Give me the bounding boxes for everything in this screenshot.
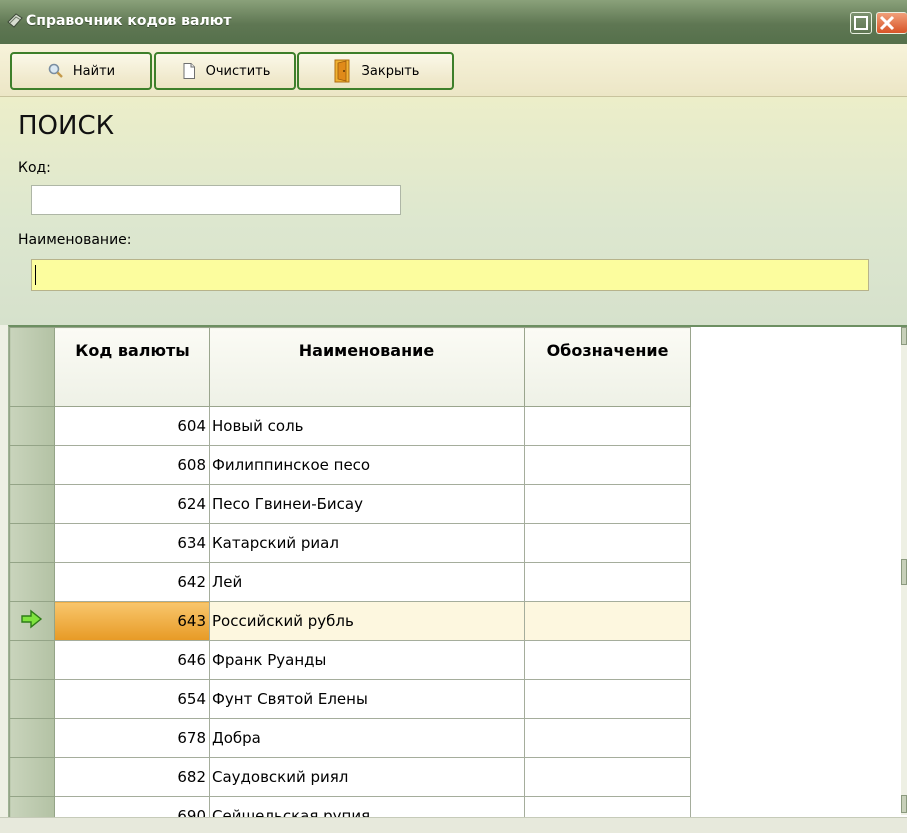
table-row[interactable]: 624 Песо Гвинеи-Бисау <box>9 484 691 524</box>
close-window-button[interactable] <box>876 12 907 34</box>
maximize-icon <box>854 16 868 30</box>
cell-name[interactable]: Филиппинское песо <box>209 445 525 485</box>
cell-symbol[interactable] <box>524 718 691 758</box>
cell-code[interactable]: 646 <box>54 640 210 680</box>
column-header-symbol[interactable]: Обозначение <box>524 327 691 407</box>
maximize-button[interactable] <box>850 12 872 34</box>
book-icon <box>7 13 23 28</box>
row-selector[interactable] <box>9 718 55 758</box>
currency-grid: Код валюты Наименование Обозначение 604 Н… <box>9 327 691 819</box>
table-row[interactable]: 604 Новый соль <box>9 406 691 446</box>
find-label: Найти <box>72 63 116 79</box>
column-header-name[interactable]: Наименование <box>209 327 525 407</box>
row-selector[interactable] <box>9 796 55 819</box>
cell-code[interactable]: 643 <box>54 601 210 641</box>
cell-name[interactable]: Российский рубль <box>209 601 525 641</box>
row-selector[interactable] <box>9 601 55 641</box>
currency-table: Код валюты Наименование Обозначение 604 Н… <box>8 325 907 819</box>
row-selector[interactable] <box>9 679 55 719</box>
window-title: Справочник кодов валют <box>26 13 232 29</box>
cell-symbol[interactable] <box>524 679 691 719</box>
cell-code[interactable]: 604 <box>54 406 210 446</box>
cell-code[interactable]: 634 <box>54 523 210 563</box>
cell-code[interactable]: 678 <box>54 718 210 758</box>
column-header-code[interactable]: Код валюты <box>54 327 210 407</box>
cell-name[interactable]: Фунт Святой Елены <box>209 679 525 719</box>
table-header-row: Код валюты Наименование Обозначение <box>9 327 691 407</box>
cell-code[interactable]: 642 <box>54 562 210 602</box>
vertical-scrollbar[interactable] <box>901 327 907 815</box>
cell-name[interactable]: Добра <box>209 718 525 758</box>
title-bar: Справочник кодов валют <box>0 0 907 45</box>
cell-name[interactable]: Лей <box>209 562 525 602</box>
table-row[interactable]: 690 Сейшельская рупия <box>9 796 691 819</box>
close-label: Закрыть <box>361 63 420 79</box>
cell-symbol[interactable] <box>524 484 691 524</box>
row-selector-header[interactable] <box>9 327 55 407</box>
cell-name[interactable]: Франк Руанды <box>209 640 525 680</box>
scroll-thumb[interactable] <box>901 559 907 585</box>
cell-name[interactable]: Катарский риал <box>209 523 525 563</box>
table-row[interactable]: 682 Саудовский риял <box>9 757 691 797</box>
door-exit-icon <box>334 59 350 83</box>
search-title: ПОИСК <box>18 111 115 141</box>
table-row[interactable]: 634 Катарский риал <box>9 523 691 563</box>
cell-code[interactable]: 624 <box>54 484 210 524</box>
cell-symbol[interactable] <box>524 445 691 485</box>
table-row[interactable]: 654 Фунт Святой Елены <box>9 679 691 719</box>
code-input[interactable] <box>31 185 401 215</box>
table-row[interactable]: 643 Российский рубль <box>9 601 691 641</box>
cell-name[interactable]: Сейшельская рупия <box>209 796 525 819</box>
status-bar <box>0 817 907 833</box>
code-label: Код: <box>18 160 51 176</box>
clear-button[interactable]: Очистить <box>154 52 296 90</box>
clear-label: Очистить <box>205 63 271 79</box>
cell-code[interactable]: 654 <box>54 679 210 719</box>
row-selector[interactable] <box>9 484 55 524</box>
name-label: Наименование: <box>18 232 132 248</box>
row-selector[interactable] <box>9 757 55 797</box>
cell-code[interactable]: 690 <box>54 796 210 819</box>
toolbar: Найти Очистить Закрыть <box>0 44 907 97</box>
row-selector[interactable] <box>9 445 55 485</box>
blank-page-icon <box>183 63 195 79</box>
find-button[interactable]: Найти <box>10 52 152 90</box>
cell-name[interactable]: Новый соль <box>209 406 525 446</box>
close-icon <box>879 15 895 31</box>
cell-symbol[interactable] <box>524 640 691 680</box>
row-selector[interactable] <box>9 406 55 446</box>
row-selector[interactable] <box>9 523 55 563</box>
name-input[interactable] <box>31 259 869 291</box>
row-selector[interactable] <box>9 562 55 602</box>
row-selector[interactable] <box>9 640 55 680</box>
close-button[interactable]: Закрыть <box>297 52 454 90</box>
scroll-up-arrow[interactable] <box>901 327 907 345</box>
table-row[interactable]: 646 Франк Руанды <box>9 640 691 680</box>
cell-name[interactable]: Песо Гвинеи-Бисау <box>209 484 525 524</box>
cell-symbol[interactable] <box>524 796 691 819</box>
text-caret <box>35 265 36 285</box>
table-row[interactable]: 678 Добра <box>9 718 691 758</box>
cell-symbol[interactable] <box>524 601 691 641</box>
magnifier-icon <box>48 63 63 78</box>
cell-symbol[interactable] <box>524 757 691 797</box>
scroll-down-arrow[interactable] <box>901 795 907 813</box>
cell-code[interactable]: 608 <box>54 445 210 485</box>
cell-symbol[interactable] <box>524 523 691 563</box>
cell-symbol[interactable] <box>524 406 691 446</box>
current-row-arrow-icon <box>21 609 43 629</box>
cell-name[interactable]: Саудовский риял <box>209 757 525 797</box>
cell-symbol[interactable] <box>524 562 691 602</box>
table-row[interactable]: 642 Лей <box>9 562 691 602</box>
table-row[interactable]: 608 Филиппинское песо <box>9 445 691 485</box>
search-panel: ПОИСК Код: Наименование: <box>0 97 907 325</box>
cell-code[interactable]: 682 <box>54 757 210 797</box>
